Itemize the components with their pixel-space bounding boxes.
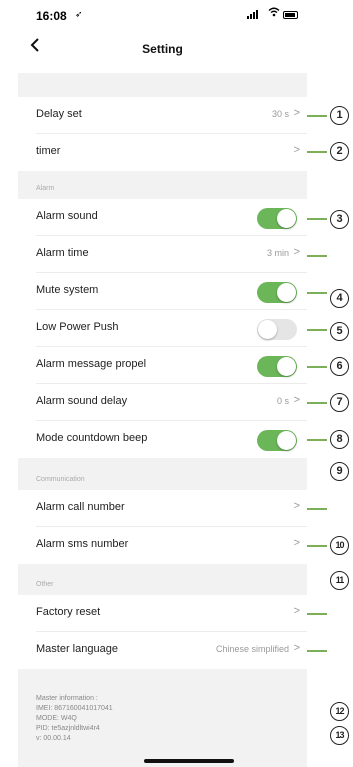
alarm-message-propel-toggle[interactable] bbox=[257, 356, 297, 377]
chevron-right-icon: > bbox=[293, 394, 300, 406]
section-header-communication: Communication bbox=[36, 476, 85, 483]
row-alarm-sound: Alarm sound bbox=[18, 199, 307, 236]
row-alarm-call-number[interactable]: Alarm call number > bbox=[18, 490, 307, 527]
annotation-line bbox=[307, 292, 327, 294]
nav-bar: Setting bbox=[18, 27, 307, 73]
row-value: 3 min bbox=[266, 248, 289, 258]
row-mute-system: Mute system bbox=[18, 273, 307, 310]
marker-8: 8 bbox=[330, 430, 349, 449]
marker-5: 5 bbox=[330, 322, 349, 341]
wifi-icon bbox=[268, 7, 280, 20]
marker-3: 3 bbox=[330, 210, 349, 229]
row-timer[interactable]: timer > bbox=[18, 134, 307, 171]
chevron-right-icon: > bbox=[293, 537, 300, 549]
page-title: Setting bbox=[142, 42, 183, 56]
toggle-knob bbox=[277, 209, 296, 228]
row-label: Master language bbox=[36, 643, 118, 655]
alarm-sound-toggle[interactable] bbox=[257, 208, 297, 229]
marker-6: 6 bbox=[330, 357, 349, 376]
annotation-line bbox=[307, 255, 327, 257]
row-master-language[interactable]: Master language Chinese simplified > bbox=[18, 632, 307, 669]
row-label: Alarm sound delay bbox=[36, 395, 128, 407]
toggle-knob bbox=[258, 320, 277, 339]
chevron-right-icon: > bbox=[293, 246, 300, 258]
row-alarm-sound-delay[interactable]: Alarm sound delay 0 s > bbox=[18, 384, 307, 421]
marker-2: 2 bbox=[330, 142, 349, 161]
chevron-right-icon: > bbox=[293, 500, 300, 512]
annotation-line bbox=[307, 613, 327, 615]
row-value: 30 s bbox=[271, 109, 289, 119]
cellular-signal-icon bbox=[247, 9, 269, 19]
mute-system-toggle[interactable] bbox=[257, 282, 297, 303]
marker-7: 7 bbox=[330, 393, 349, 412]
row-label: Alarm message propel bbox=[36, 358, 147, 370]
chevron-right-icon: > bbox=[293, 144, 300, 156]
toggle-knob bbox=[277, 357, 296, 376]
row-delay-set[interactable]: Delay set 30 s > bbox=[18, 97, 307, 134]
row-label: Alarm call number bbox=[36, 501, 125, 513]
status-bar: 16:08 ➶ bbox=[18, 0, 307, 27]
row-value: Chinese simplified bbox=[215, 644, 289, 654]
row-label: Low Power Push bbox=[36, 321, 119, 333]
home-indicator bbox=[144, 759, 234, 763]
marker-12: 12 bbox=[330, 702, 349, 721]
toggle-knob bbox=[277, 431, 296, 450]
marker-13: 13 bbox=[330, 726, 349, 745]
low-power-push-toggle[interactable] bbox=[257, 319, 297, 340]
annotation-line bbox=[307, 545, 327, 547]
row-label: Delay set bbox=[36, 108, 82, 120]
marker-9: 9 bbox=[330, 462, 349, 481]
marker-10: 10 bbox=[330, 536, 349, 555]
marker-1: 1 bbox=[330, 106, 349, 125]
row-alarm-message-propel: Alarm message propel bbox=[18, 347, 307, 384]
row-mode-countdown-beep: Mode countdown beep bbox=[18, 421, 307, 458]
chevron-right-icon: > bbox=[293, 107, 300, 119]
mode-countdown-beep-toggle[interactable] bbox=[257, 430, 297, 451]
section-header-other: Other bbox=[36, 581, 54, 588]
annotation-line bbox=[307, 508, 327, 510]
row-value: 0 s bbox=[276, 396, 289, 406]
chevron-right-icon: > bbox=[293, 605, 300, 617]
location-arrow-icon: ➶ bbox=[75, 9, 83, 19]
info-pid: PID: te5azjnldltwi4r4 bbox=[36, 725, 100, 732]
annotation-line bbox=[307, 650, 327, 652]
toggle-knob bbox=[277, 283, 296, 302]
info-imei: IMEI: 867160041017041 bbox=[36, 705, 113, 712]
row-label: Alarm time bbox=[36, 247, 89, 259]
status-time: 16:08 bbox=[36, 9, 67, 23]
master-information: Master information : IMEI: 8671600410170… bbox=[36, 694, 113, 744]
info-mode: MODE: W4Q bbox=[36, 715, 77, 722]
annotation-line bbox=[307, 218, 327, 220]
annotation-line bbox=[307, 402, 327, 404]
annotation-line bbox=[307, 329, 327, 331]
phone-screen: 16:08 ➶ Setting Delay set 30 s > timer >… bbox=[18, 0, 307, 767]
row-alarm-time[interactable]: Alarm time 3 min > bbox=[18, 236, 307, 273]
row-label: Alarm sound bbox=[36, 210, 98, 222]
annotation-line bbox=[307, 366, 327, 368]
marker-11: 11 bbox=[330, 571, 349, 590]
row-label: Alarm sms number bbox=[36, 538, 129, 550]
annotation-line bbox=[307, 439, 327, 441]
section-header-alarm: Alarm bbox=[36, 185, 55, 192]
annotation-line bbox=[307, 115, 327, 117]
info-line: Master information : bbox=[36, 695, 98, 702]
chevron-right-icon: > bbox=[293, 642, 300, 654]
info-version: v: 00.00.14 bbox=[36, 735, 71, 742]
row-label: Mute system bbox=[36, 284, 99, 296]
marker-4: 4 bbox=[330, 289, 349, 308]
row-label: Factory reset bbox=[36, 606, 101, 618]
row-label: timer bbox=[36, 145, 61, 157]
row-label: Mode countdown beep bbox=[36, 432, 148, 444]
row-low-power-push: Low Power Push bbox=[18, 310, 307, 347]
annotation-line bbox=[307, 151, 327, 153]
row-alarm-sms-number[interactable]: Alarm sms number > bbox=[18, 527, 307, 564]
battery-icon bbox=[283, 11, 298, 19]
row-factory-reset[interactable]: Factory reset > bbox=[18, 595, 307, 632]
